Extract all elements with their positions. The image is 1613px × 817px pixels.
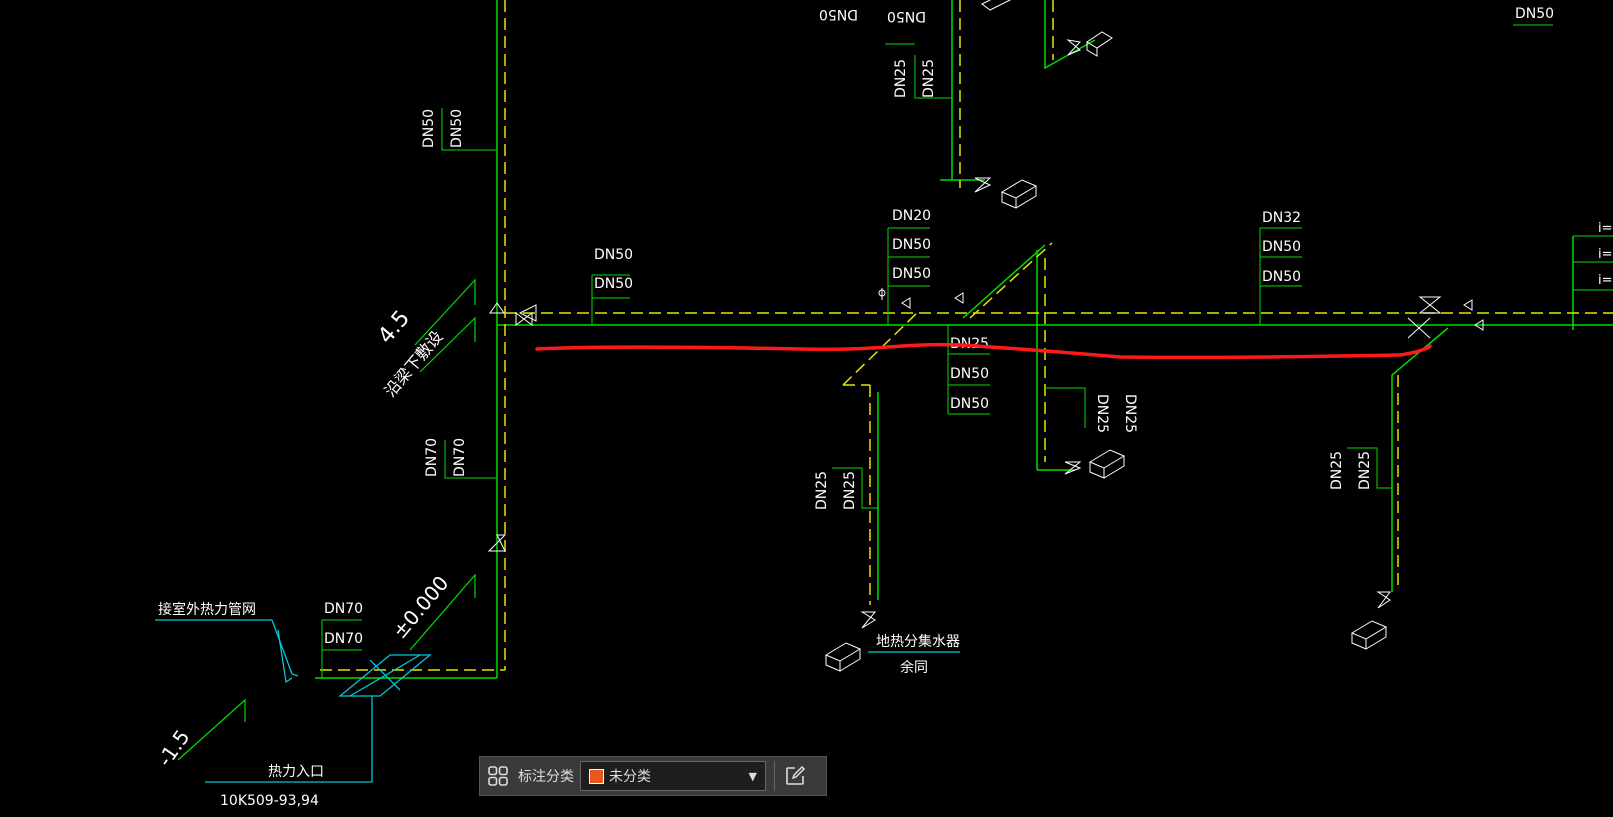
size-label: DN50 <box>950 366 989 382</box>
category-color-swatch <box>589 768 604 784</box>
edit-button[interactable] <box>775 757 815 795</box>
note-standard-ref: 10K509-93,94 <box>220 793 319 809</box>
note-heat-entry: 热力入口 <box>268 764 324 780</box>
size-label: DN32 <box>1262 210 1301 226</box>
pipe-size-labels: DN50 DN50 DN50 DN25 DN25 DN50 DN50 DN50 … <box>324 6 1554 647</box>
grid-icon <box>488 766 508 786</box>
size-label: DN25 <box>1329 451 1345 490</box>
size-label: DN50 <box>449 109 465 148</box>
return-pipe-network <box>320 0 1613 671</box>
size-label: DN50 <box>892 237 931 253</box>
size-label: DN50 <box>887 8 926 24</box>
grid-button[interactable] <box>480 757 516 795</box>
size-label: DN50 <box>1262 239 1301 255</box>
cad-drawing-canvas[interactable]: DN50 DN50 DN50 DN25 DN25 DN50 DN50 DN50 … <box>0 0 1613 817</box>
size-label: DN50 <box>594 276 633 292</box>
chevron-down-icon: ▼ <box>748 770 757 783</box>
slope-mark: i= <box>1598 273 1613 288</box>
size-label: DN70 <box>324 601 363 617</box>
size-label: DN50 <box>819 6 858 22</box>
equipment-boxes <box>824 0 1388 672</box>
category-label: 标注分类 <box>518 769 574 785</box>
category-dropdown[interactable]: 未分类 ▼ <box>580 761 766 791</box>
size-label: DN50 <box>950 396 989 412</box>
valve-fittings <box>487 39 1484 629</box>
slope-mark: i= <box>1598 247 1613 262</box>
annotation-notes: 沿梁下敷设 接室外热力管网 热力入口 10K509-93,94 地热分集水器 余… <box>158 221 1613 809</box>
note-manifold: 地热分集水器 <box>876 633 960 650</box>
size-label: DN70 <box>452 438 468 477</box>
note-outdoor-network: 接室外热力管网 <box>158 601 256 618</box>
size-label: DN50 <box>421 109 437 148</box>
size-label: DN25 <box>921 59 937 98</box>
size-label: DN50 <box>892 266 931 282</box>
size-label: DN25 <box>893 59 909 98</box>
size-label: DN25 <box>842 471 858 510</box>
elevation-label: 4.5 <box>373 306 415 349</box>
elevation-label: -1.5 <box>152 725 194 771</box>
size-label: DN70 <box>324 631 363 647</box>
size-label: DN25 <box>1122 394 1138 433</box>
category-value: 未分类 <box>609 769 651 785</box>
size-label: DN50 <box>1262 269 1301 285</box>
size-label: DN50 <box>594 247 633 263</box>
size-label: DN20 <box>892 208 931 224</box>
annotation-toolbar: 标注分类 未分类 ▼ <box>479 756 827 796</box>
elevation-label: ±0.000 <box>387 571 453 643</box>
size-label: DN50 <box>1515 6 1554 22</box>
note-remainder: 余同 <box>900 659 928 676</box>
slope-mark: i= <box>1598 221 1613 236</box>
size-label: DN25 <box>814 471 830 510</box>
size-label: DN25 <box>1094 394 1110 433</box>
edit-icon <box>786 765 806 785</box>
size-label: DN70 <box>424 438 440 477</box>
size-label: DN25 <box>1357 451 1373 490</box>
